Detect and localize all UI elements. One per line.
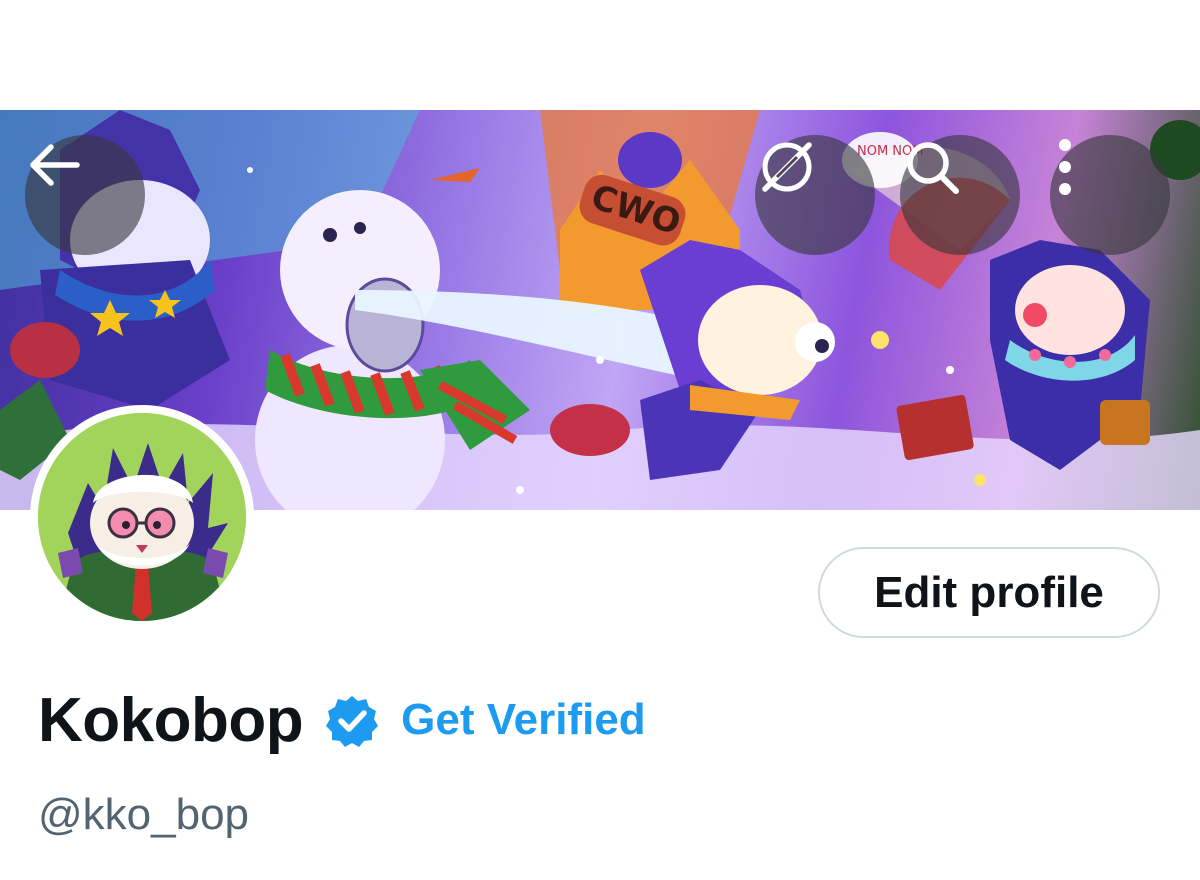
avatar-image bbox=[38, 413, 246, 621]
search-icon bbox=[907, 142, 959, 194]
more-options-button[interactable] bbox=[1050, 135, 1170, 255]
get-verified-link[interactable]: Get Verified bbox=[401, 695, 646, 745]
avatar-illustration bbox=[38, 413, 246, 621]
profile-handle: @kko_bop bbox=[38, 790, 250, 839]
grok-icon bbox=[762, 142, 812, 192]
more-vertical-icon bbox=[1059, 139, 1071, 195]
arrow-left-icon bbox=[30, 144, 80, 186]
back-button[interactable] bbox=[25, 135, 145, 255]
grok-button[interactable] bbox=[755, 135, 875, 255]
verified-badge-icon[interactable] bbox=[325, 693, 379, 747]
edit-profile-button[interactable]: Edit profile bbox=[818, 547, 1160, 638]
search-button[interactable] bbox=[900, 135, 1020, 255]
profile-name-row: Kokobop Get Verified bbox=[38, 680, 646, 760]
avatar[interactable] bbox=[30, 405, 254, 629]
display-name: Kokobop bbox=[38, 685, 304, 755]
